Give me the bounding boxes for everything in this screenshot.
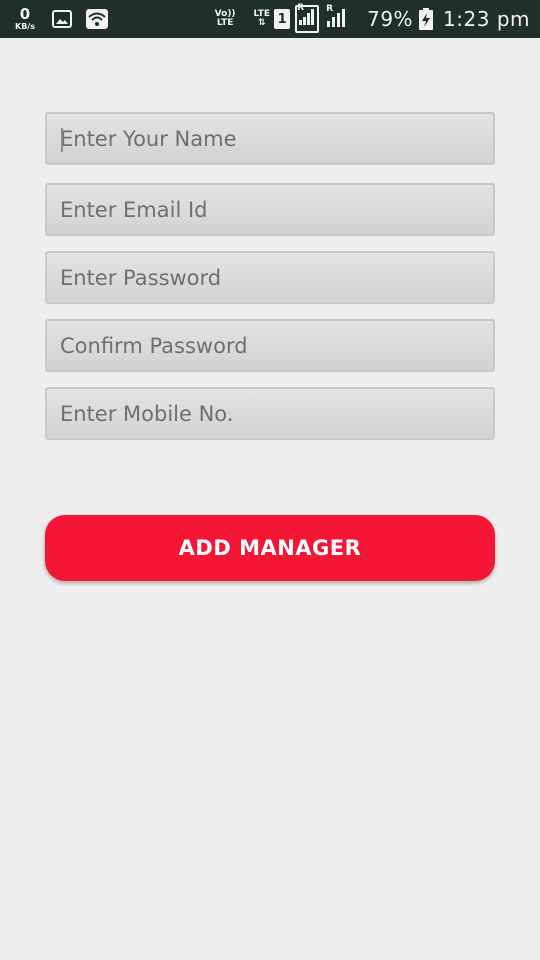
signal-icon-sim1: R [295, 3, 320, 33]
text-cursor [61, 128, 63, 152]
name-input[interactable] [47, 114, 493, 163]
password-input[interactable] [47, 253, 493, 302]
sim-slot-badge: 1 [274, 9, 291, 29]
add-manager-form [45, 112, 495, 455]
email-field-container [45, 183, 495, 236]
gallery-icon [52, 10, 72, 28]
battery-charging-icon [419, 8, 434, 30]
volte-bottom: LTE [216, 18, 234, 28]
status-bar: 0 KB/s Vo)) LTE LTE ⇅ 1 R R 79% 1:23 pm [0, 0, 540, 38]
confirm-password-input[interactable] [47, 321, 493, 370]
battery-percent: 79% [367, 7, 414, 31]
password-field-container [45, 251, 495, 304]
mobile-input[interactable] [47, 389, 493, 438]
add-manager-button[interactable]: ADD MANAGER [45, 515, 495, 581]
network-speed: 0 KB/s [12, 7, 38, 31]
volte-indicator: Vo)) LTE [215, 10, 236, 28]
signal-icon-sim2: R [324, 4, 346, 32]
network-speed-unit: KB/s [15, 22, 35, 31]
confirm-password-field-container [45, 319, 495, 372]
lte-indicator: LTE ⇅ [254, 10, 271, 28]
network-speed-value: 0 [19, 5, 31, 23]
name-field-container [45, 112, 495, 165]
roaming-label: R [297, 3, 305, 13]
clock: 1:23 pm [443, 7, 530, 31]
mobile-field-container [45, 387, 495, 440]
roaming-label-2: R [326, 4, 334, 14]
wifi-icon [86, 9, 108, 29]
data-arrows-icon: ⇅ [258, 18, 266, 28]
email-input[interactable] [47, 185, 493, 234]
